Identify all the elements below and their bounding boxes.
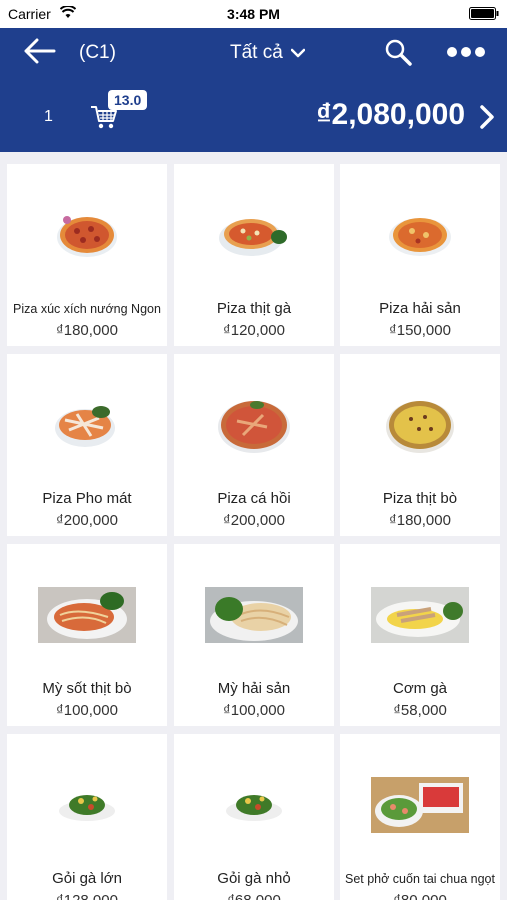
product-name: Piza thịt gà	[216, 300, 292, 317]
product-price: ₫68,000	[174, 892, 334, 900]
product-card[interactable]: Set phở cuốn tai chua ngọt ₫80,000	[340, 734, 500, 900]
pizza-icon	[174, 172, 334, 298]
product-name: Piza xúc xích nướng Ngon	[13, 302, 161, 316]
product-price: ₫180,000	[389, 512, 451, 529]
pizza-icon	[340, 172, 500, 298]
pizza-icon	[340, 362, 500, 488]
product-name: Gỏi gà lớn	[52, 870, 122, 887]
header: (C1) Tất cả 1 13.0 ₫2,080,000	[0, 28, 507, 152]
salad-icon	[174, 742, 334, 868]
product-card[interactable]: Piza cá hồi ₫200,000	[174, 354, 334, 536]
category-filter-dropdown[interactable]: Tất cả	[230, 42, 305, 64]
salad-icon	[7, 742, 167, 868]
battery-icon	[469, 7, 499, 20]
product-name: Piza Pho mát	[42, 490, 132, 507]
cart-quantity-badge: 13.0	[108, 90, 148, 110]
product-price: ₫180,000	[56, 322, 118, 339]
product-price: ₫100,000	[223, 702, 285, 719]
table-name: (C1)	[79, 42, 116, 63]
product-card[interactable]: Cơm gà ₫58,000	[340, 544, 500, 726]
guest-count: 1	[44, 108, 53, 125]
status-time: 3:48 PM	[227, 6, 280, 22]
pizza-icon	[7, 172, 167, 298]
product-name: Gỏi gà nhỏ	[217, 870, 291, 887]
product-card[interactable]: Piza xúc xích nướng Ngon ₫180,000	[7, 164, 167, 346]
product-name: Cơm gà	[392, 680, 448, 697]
product-name: Piza cá hồi	[217, 490, 291, 507]
product-card[interactable]: Gỏi gà nhỏ ₫68,000	[174, 734, 334, 900]
rice-icon	[340, 552, 500, 678]
product-grid: Piza xúc xích nướng Ngon ₫180,000 Piza t…	[0, 152, 507, 900]
product-card[interactable]: Piza hải sản ₫150,000	[340, 164, 500, 346]
product-price: ₫150,000	[389, 322, 451, 339]
pasta-icon	[7, 552, 167, 678]
chevron-right-icon[interactable]	[479, 104, 495, 130]
product-price: ₫80,000	[340, 892, 500, 900]
product-price: ₫100,000	[56, 702, 118, 719]
search-icon[interactable]	[384, 38, 412, 66]
pizza-icon	[7, 362, 167, 488]
product-name: Mỳ hải sản	[217, 680, 291, 697]
product-name: Mỳ sốt thịt bò	[42, 680, 132, 697]
product-name: Piza hải sản	[379, 300, 461, 317]
product-price: ₫200,000	[223, 512, 285, 529]
product-price: ₫58,000	[393, 702, 447, 719]
product-name: Piza thịt bò	[382, 490, 458, 507]
chevron-down-icon	[290, 48, 305, 58]
product-card[interactable]: Piza Pho mát ₫200,000	[7, 354, 167, 536]
product-card[interactable]: Piza thịt bò ₫180,000	[340, 354, 500, 536]
spring-roll-icon	[340, 742, 500, 868]
product-card[interactable]: Gỏi gà lớn ₫128,000	[7, 734, 167, 900]
filter-label: Tất cả	[230, 42, 283, 63]
product-name: Set phở cuốn tai chua ngọt	[345, 872, 495, 886]
product-card[interactable]: Mỳ sốt thịt bò ₫100,000	[7, 544, 167, 726]
product-card[interactable]: Mỳ hải sản ₫100,000	[174, 544, 334, 726]
status-bar: Carrier 3:48 PM	[0, 0, 507, 28]
product-price: ₫120,000	[223, 322, 285, 339]
order-total[interactable]: ₫2,080,000	[316, 98, 465, 132]
back-arrow-icon[interactable]	[24, 38, 56, 64]
product-price: ₫128,000	[7, 892, 167, 900]
pizza-icon	[174, 362, 334, 488]
pasta-icon	[174, 552, 334, 678]
more-options-icon[interactable]	[446, 46, 486, 58]
product-price: ₫200,000	[56, 512, 118, 529]
product-card[interactable]: Piza thịt gà ₫120,000	[174, 164, 334, 346]
